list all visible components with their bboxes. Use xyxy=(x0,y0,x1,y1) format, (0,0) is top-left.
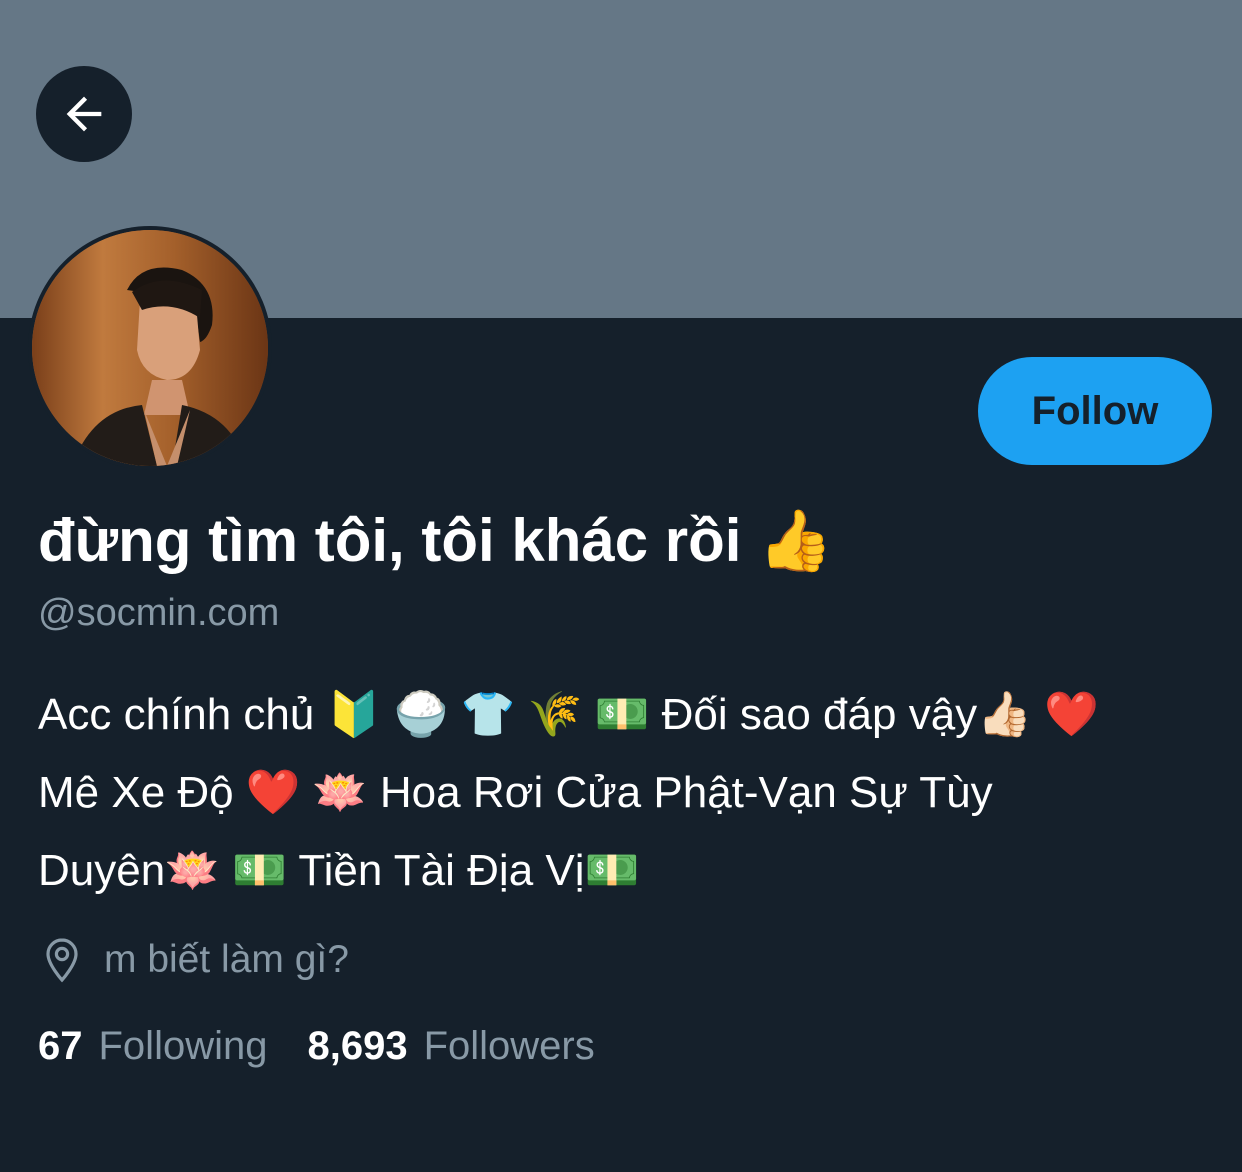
profile-location: m biết làm gì? xyxy=(38,934,349,986)
display-name: đừng tìm tôi, tôi khác rồi 👍 xyxy=(38,507,833,574)
bio-line: Duyên🪷 💵 Tiền Tài Địa Vị💵 xyxy=(38,846,640,895)
following-label: Following xyxy=(98,1024,268,1068)
profile-bio: Acc chính chủ 🔰 🍚 👕 🌾 💵 Đối sao đáp vậy👍… xyxy=(38,676,1198,910)
bio-line: Mê Xe Độ ❤️ 🪷 Hoa Rơi Cửa Phật-Vạn Sự Tù… xyxy=(38,768,993,817)
back-arrow-icon xyxy=(66,96,102,132)
following-link[interactable]: 67 Following xyxy=(38,1024,267,1069)
following-count: 67 xyxy=(38,1024,83,1068)
follow-button[interactable]: Follow xyxy=(978,357,1212,465)
profile-page: Follow đừng tìm tôi, tôi khác rồi 👍 @soc… xyxy=(0,0,1242,1172)
user-handle: @socmin.com xyxy=(38,592,280,634)
bio-line: Acc chính chủ 🔰 🍚 👕 🌾 💵 Đối sao đáp vậy👍… xyxy=(38,690,1099,739)
followers-link[interactable]: 8,693 Followers xyxy=(307,1024,594,1069)
avatar[interactable] xyxy=(32,230,268,466)
location-text: m biết làm gì? xyxy=(104,938,349,981)
avatar-photo xyxy=(32,230,268,466)
followers-label: Followers xyxy=(423,1024,595,1068)
followers-count: 8,693 xyxy=(307,1024,408,1068)
back-button[interactable] xyxy=(36,66,132,162)
location-pin-icon xyxy=(46,938,78,983)
avatar-frame xyxy=(28,226,272,470)
follow-stats: 67 Following 8,693 Followers xyxy=(38,1024,595,1069)
